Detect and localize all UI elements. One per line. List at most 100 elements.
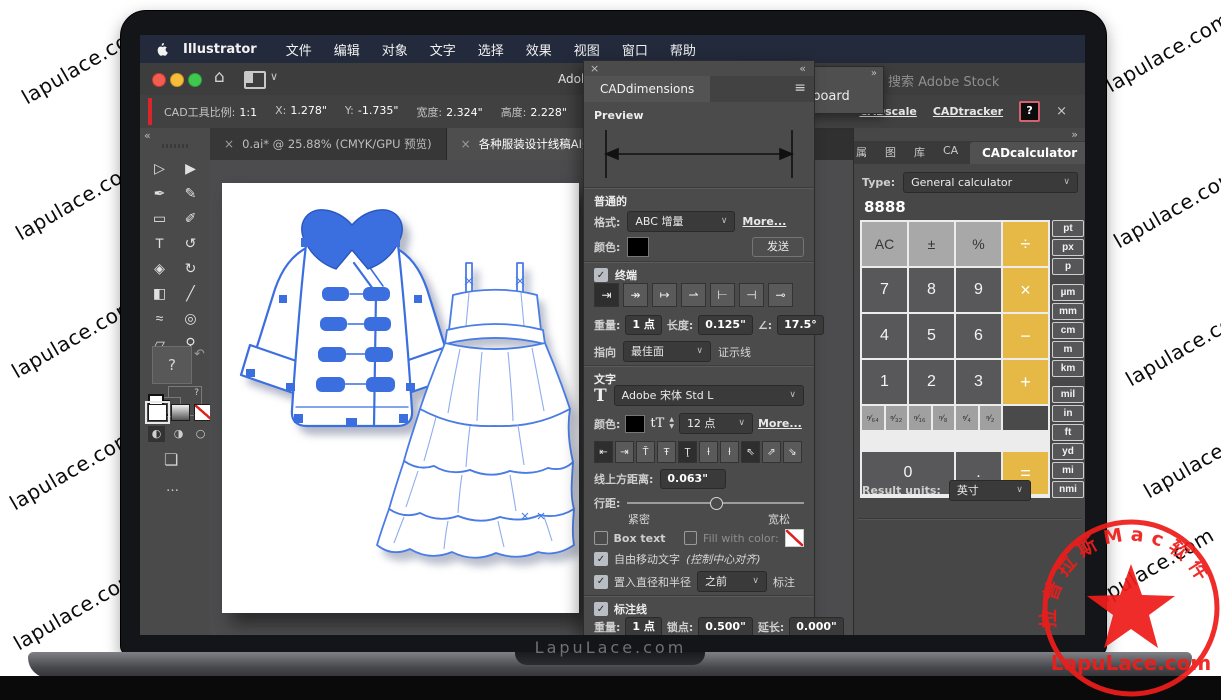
text-position-button[interactable]: Ɨ	[699, 441, 718, 463]
panel-tab[interactable]: CA	[941, 140, 970, 164]
calc-key[interactable]: AC	[862, 222, 907, 266]
rotate-tool[interactable]: ↺	[178, 233, 203, 253]
panel-menu-icon[interactable]: ≡	[794, 80, 806, 96]
document-tab[interactable]: × 0.ai* @ 25.88% (CMYK/GPU 预览)	[210, 128, 447, 160]
chevron-down-icon[interactable]: ∨	[270, 70, 278, 83]
zoom-window-button[interactable]	[188, 73, 202, 87]
menu-item[interactable]: 选择	[467, 40, 515, 59]
fraction-key[interactable]: ⁿ⁄₈	[933, 406, 955, 430]
text-position-button[interactable]: Ť	[636, 441, 655, 463]
menu-item[interactable]: 帮助	[659, 40, 707, 59]
format-select[interactable]: ABC 增量 ∨	[627, 211, 735, 232]
calc-key[interactable]: 4	[862, 314, 907, 358]
direct-selection-tool[interactable]: ▷	[147, 158, 172, 178]
calc-key[interactable]: −	[1003, 314, 1048, 358]
menu-item[interactable]: 窗口	[611, 40, 659, 59]
cadtracker-link[interactable]: CADtracker	[933, 105, 1003, 118]
text-position-button[interactable]: ⇥	[615, 441, 634, 463]
leader-ext-field[interactable]: 0.000"	[789, 617, 844, 635]
pen-tool[interactable]: ✒	[147, 183, 172, 203]
calc-key[interactable]: ±	[909, 222, 954, 266]
eraser-tool[interactable]: ◈	[147, 258, 172, 278]
result-units-select[interactable]: 英寸 ∨	[949, 480, 1031, 501]
leader-weight-field[interactable]: 1 点	[625, 617, 661, 635]
home-icon[interactable]: ⌂	[214, 67, 225, 87]
text-color-swatch[interactable]	[625, 415, 645, 433]
end-weight-field[interactable]: 1 点	[625, 315, 661, 335]
fraction-key[interactable]: ⁿ⁄₆₄	[862, 406, 884, 430]
type-tool[interactable]: T	[147, 233, 172, 253]
calc-key[interactable]: 6	[956, 314, 1001, 358]
close-panel-icon[interactable]: ×	[590, 62, 599, 75]
dimension-color-swatch[interactable]	[627, 237, 649, 257]
slider-thumb[interactable]	[710, 497, 723, 510]
arrowhead-button[interactable]: ↠	[623, 283, 648, 307]
box-text-checkbox[interactable]	[594, 531, 608, 545]
undo-icon[interactable]: ↶	[194, 347, 205, 362]
selection-tool[interactable]: ▶	[178, 158, 203, 178]
tab-cadcalculator[interactable]: CADcalculator	[970, 142, 1085, 164]
shaper-tool[interactable]: ≈	[147, 308, 172, 328]
collapse-dock-icon[interactable]: «	[144, 129, 151, 142]
calc-key[interactable]: %	[956, 222, 1001, 266]
font-select[interactable]: Adobe 宋体 Std L ∨	[614, 385, 804, 406]
unit-button[interactable]: mi	[1052, 462, 1084, 479]
direction-select[interactable]: 最佳面 ∨	[623, 341, 711, 362]
close-tab-icon[interactable]: ×	[461, 137, 471, 151]
end-length-field[interactable]: 0.125"	[698, 315, 753, 335]
text-position-button[interactable]: ⇤	[594, 441, 613, 463]
panel-tab[interactable]: 属	[854, 140, 883, 164]
fraction-key[interactable]: ⁿ⁄₃₂	[886, 406, 908, 430]
arrowhead-button[interactable]: ⊢	[710, 283, 735, 307]
font-size-select[interactable]: 12 点 ∨	[679, 413, 753, 434]
menu-item[interactable]: 效果	[515, 40, 563, 59]
leader-lock-field[interactable]: 0.500"	[698, 617, 753, 635]
unit-button[interactable]: pt	[1052, 220, 1084, 237]
text-position-button[interactable]: Ţ	[678, 441, 697, 463]
menu-item[interactable]: 文件	[275, 40, 323, 59]
collapse-dock-icon[interactable]: »	[1071, 128, 1078, 141]
unit-button[interactable]: m	[1052, 341, 1084, 358]
minimize-window-button[interactable]	[170, 73, 184, 87]
ends-checkbox[interactable]: ✓	[594, 268, 608, 282]
draw-mode-icon[interactable]: ◐	[148, 426, 165, 442]
panel-tab[interactable]: 库	[912, 140, 941, 164]
unit-button[interactable]: µm	[1052, 284, 1084, 301]
artboards-icon[interactable]: ❏	[164, 450, 178, 469]
text-position-button[interactable]: ⇗	[762, 441, 781, 463]
collapse-panel-icon[interactable]: «	[799, 62, 806, 75]
text-position-button[interactable]: ƚ	[720, 441, 739, 463]
artboard[interactable]	[222, 183, 579, 613]
menu-item[interactable]: 文字	[419, 40, 467, 59]
rectangle-tool[interactable]: ▭	[147, 208, 172, 228]
size-stepper[interactable]: ▲▼	[669, 417, 674, 430]
calc-key[interactable]: 5	[909, 314, 954, 358]
tool-hint-box[interactable]: ?	[152, 346, 192, 384]
text-position-button[interactable]: ⇖	[741, 441, 760, 463]
draw-mode-icon[interactable]: ○	[192, 426, 209, 442]
arrange-documents-icon[interactable]	[244, 71, 266, 89]
gradient-tool[interactable]: ◧	[147, 283, 172, 303]
calc-key[interactable]: 2	[909, 360, 954, 404]
help-button[interactable]: ?	[1019, 101, 1040, 122]
control-field[interactable]: Y:-1.735"	[345, 104, 399, 120]
panel-tab[interactable]: 图	[883, 140, 912, 164]
control-field[interactable]: X:1.278"	[275, 104, 327, 120]
format-more-link[interactable]: More...	[742, 215, 786, 228]
calc-key[interactable]: 1	[862, 360, 907, 404]
calc-key[interactable]: ×	[1003, 268, 1048, 312]
calc-key[interactable]: ÷	[1003, 222, 1048, 266]
app-name[interactable]: Illustrator	[183, 42, 257, 57]
unit-button[interactable]: nmi	[1052, 481, 1084, 498]
unit-button[interactable]: yd	[1052, 443, 1084, 460]
collapse-panel-icon[interactable]: »	[871, 68, 877, 79]
unit-button[interactable]: p	[1052, 258, 1084, 275]
fraction-key[interactable]: ⁿ⁄₂	[980, 406, 1002, 430]
free-move-checkbox[interactable]: ✓	[594, 552, 608, 566]
leader-checkbox[interactable]: ✓	[594, 602, 608, 616]
paintbrush-tool[interactable]: ✐	[178, 208, 203, 228]
close-window-button[interactable]	[152, 73, 166, 87]
unit-button[interactable]: in	[1052, 405, 1084, 422]
arrowhead-button[interactable]: ↦	[652, 283, 677, 307]
arrowhead-button[interactable]: ⊸	[768, 283, 793, 307]
